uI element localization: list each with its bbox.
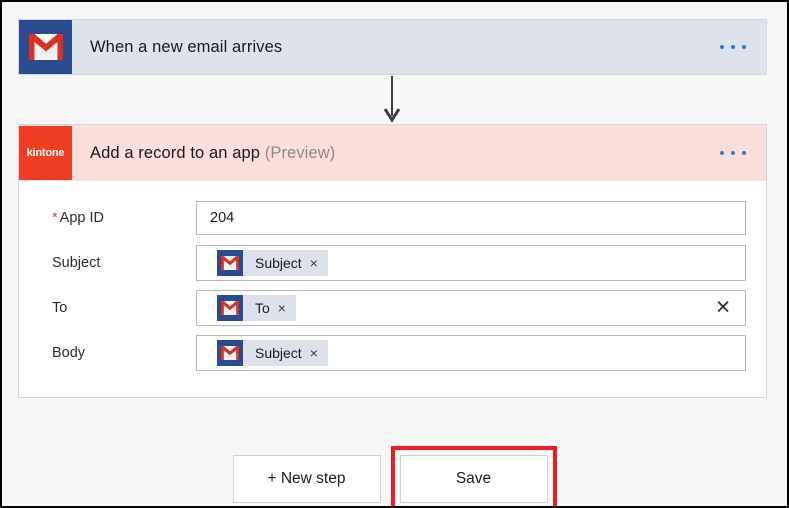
field-label-subject: Subject — [36, 255, 196, 271]
dot-1 — [720, 45, 724, 49]
token-chip-label: To — [255, 299, 270, 316]
token-chip-label: Subject — [255, 344, 302, 361]
gmail-envelope-glyph — [221, 345, 239, 360]
kintone-logo-text: kintone — [26, 147, 65, 159]
app-id-value: 204 — [210, 209, 235, 226]
to-input[interactable]: To × ✕ — [196, 289, 746, 326]
clear-field-icon[interactable]: ✕ — [715, 298, 731, 317]
action-more-menu-icon[interactable] — [718, 145, 748, 161]
gmail-icon — [217, 339, 243, 366]
trigger-title: When a new email arrives — [90, 38, 282, 57]
action-card-body: * App ID 204 Subject Subject × To To × ✕… — [19, 181, 766, 397]
token-chip-subject[interactable]: Subject × — [217, 249, 328, 276]
token-chip-remove-icon[interactable]: × — [304, 346, 328, 360]
dot-2 — [731, 151, 735, 155]
dot-2 — [731, 45, 735, 49]
action-title-preview-tag: (Preview) — [264, 143, 336, 162]
field-row-body: Body Subject × — [19, 330, 766, 375]
field-label-to: To — [36, 300, 196, 316]
kintone-icon: kintone — [19, 126, 72, 180]
subject-input[interactable]: Subject × — [196, 244, 746, 281]
field-label-text: Body — [52, 344, 86, 361]
required-marker: * — [52, 209, 58, 226]
field-row-subject: Subject Subject × — [19, 240, 766, 285]
dot-3 — [742, 45, 746, 49]
action-title-text: Add a record to an app — [90, 143, 261, 162]
trigger-title-text: When a new email arrives — [90, 37, 283, 56]
app-id-input[interactable]: 204 — [196, 200, 746, 235]
trigger-card-gmail[interactable]: When a new email arrives — [18, 19, 767, 75]
token-chip-remove-icon[interactable]: × — [304, 256, 328, 270]
field-label-body: Body — [36, 345, 196, 361]
token-chip-label: Subject — [255, 254, 302, 271]
dot-1 — [720, 151, 724, 155]
flow-designer-canvas: When a new email arrives kintone Add a r… — [0, 0, 789, 508]
footer-actions: + New step Save — [2, 446, 787, 506]
field-label-text: To — [52, 299, 68, 316]
field-label-text: App ID — [59, 209, 104, 226]
save-button-highlight: Save — [390, 446, 557, 506]
action-title: Add a record to an app (Preview) — [90, 144, 335, 163]
gmail-icon — [217, 249, 243, 276]
trigger-more-menu-icon[interactable] — [718, 39, 748, 55]
connector-arrow — [383, 76, 401, 124]
down-arrow-icon — [383, 76, 401, 123]
gmail-icon — [217, 294, 243, 321]
gmail-envelope-glyph — [28, 34, 63, 60]
save-button[interactable]: Save — [399, 455, 548, 503]
gmail-icon — [19, 20, 72, 74]
token-chip-body-subject[interactable]: Subject × — [217, 339, 328, 366]
token-chip-to[interactable]: To × — [217, 294, 296, 321]
field-row-app-id: * App ID 204 — [19, 195, 766, 240]
field-label-text: Subject — [52, 254, 101, 271]
dot-3 — [742, 151, 746, 155]
action-card-header[interactable]: kintone Add a record to an app (Preview) — [19, 125, 766, 181]
body-input[interactable]: Subject × — [196, 334, 746, 371]
action-card-kintone: kintone Add a record to an app (Preview)… — [18, 124, 767, 398]
field-label-app-id: * App ID — [36, 210, 196, 226]
field-row-to: To To × ✕ — [19, 285, 766, 330]
new-step-button[interactable]: + New step — [232, 455, 381, 503]
gmail-envelope-glyph — [221, 300, 239, 315]
token-chip-remove-icon[interactable]: × — [272, 301, 296, 315]
gmail-envelope-glyph — [221, 255, 239, 270]
